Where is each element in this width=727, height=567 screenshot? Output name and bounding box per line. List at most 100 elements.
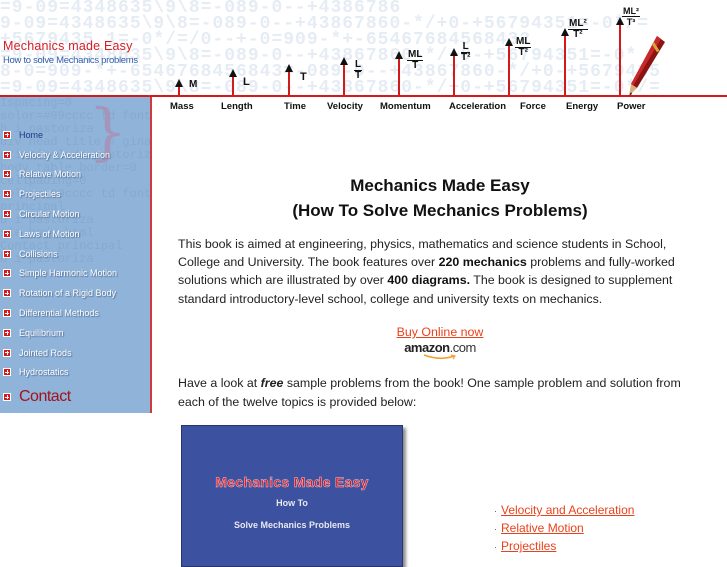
arrow-line [232,74,234,96]
sidebar-item-collisions[interactable]: Collisions [0,244,150,264]
site-logo-subtitle: How to solve Mechanics problems [3,55,138,66]
sidebar-item-laws-of-motion[interactable]: Laws of Motion [0,224,150,244]
unit-name-acceleration: Acceleration [449,101,507,112]
plus-icon [3,170,11,179]
unit-dimension-acceleration: L T² [461,41,471,63]
arrow-up-icon [340,57,348,65]
unit-name-time: Time [284,101,307,112]
book-cover-title: Mechanics Made Easy [215,474,369,491]
sidebar-item-relative-motion[interactable]: Relative Motion [0,165,150,185]
plus-icon [3,393,11,402]
page-title: Mechanics Made Easy (How To Solve Mechan… [160,173,720,223]
unit-dimension-force: ML T² [515,36,532,58]
plus-icon [3,309,11,318]
unit-name-power: Power [617,101,646,112]
intro-bold-problems: 220 mechanics [438,255,527,270]
unit-name-momentum: Momentum [380,101,431,112]
unit-dimension-energy: ML² T² [568,18,588,40]
plus-icon [3,348,11,357]
unit-dimension-velocity: LT [354,59,363,81]
bullet-icon: · [494,542,497,552]
sidebar-item-label: Contact [19,388,71,406]
unit-name-energy: Energy [566,101,599,112]
amazon-logo[interactable]: amazon.com [160,339,720,361]
intro-bold-diagrams: 400 diagrams. [387,273,471,288]
bullet-icon: · [494,506,497,516]
list-item: · Relative Motion [494,520,634,538]
unit-dimension-momentum: ML T [407,49,424,71]
plus-icon [3,130,11,139]
sidebar-item-rotation-rigid-body[interactable]: Rotation of a Rigid Body [0,283,150,303]
sidebar-item-label: Laws of Motion [19,228,80,239]
list-item: · Velocity and Acceleration [494,502,634,520]
site-logo-title[interactable]: Mechanics made Easy [3,39,133,53]
sidebar-item-velocity-acceleration[interactable]: Velocity & Acceleration [0,145,150,165]
sidebar-item-jointed-rods[interactable]: Jointed Rods [0,343,150,363]
sidebar-item-hydrostatics[interactable]: Hydrostatics [0,363,150,383]
arrow-line [564,33,566,96]
plus-icon [3,150,11,159]
book-cover[interactable]: Mechanics Made Easy How To Solve Mechani… [181,425,403,567]
plus-icon [3,328,11,337]
arrow-line [288,69,290,96]
buy-online-link[interactable]: Buy Online now [397,325,484,339]
arrow-line [453,53,455,96]
sidebar-item-label: Home [19,129,44,140]
page-title-line2: (How To Solve Mechanics Problems) [292,201,588,220]
plus-icon [3,368,11,377]
unit-dimension-length: L [243,76,250,88]
plus-icon [3,249,11,258]
sidebar-item-label: Differential Methods [19,308,99,319]
topic-link-relative-motion[interactable]: Relative Motion [501,521,584,535]
arrow-line [398,56,400,96]
sidebar-item-label: Relative Motion [19,169,82,180]
arrow-up-icon [229,69,237,77]
unit-name-length: Length [221,101,253,112]
amazon-logo-suffix: .com [449,340,477,355]
unit-name-force: Force [520,101,546,112]
free-emphasis: free [260,376,284,390]
sidebar-item-label: Velocity & Acceleration [19,149,111,160]
sidebar-item-simple-harmonic-motion[interactable]: Simple Harmonic Motion [0,264,150,284]
bullet-icon: · [494,524,497,534]
sidebar-item-label: Collisions [19,248,58,259]
plus-icon [3,269,11,278]
arrow-line [508,43,510,96]
intro-paragraph: This book is aimed at engineering, physi… [178,235,708,308]
topic-link-projectiles[interactable]: Projectiles [501,539,556,553]
arrow-up-icon [450,48,458,56]
sidebar-item-label: Simple Harmonic Motion [19,268,118,279]
unit-names-row: Mass Length Time Velocity Momentum Accel… [160,101,660,115]
amazon-logo-text: amazon [404,340,450,355]
unit-name-mass: Mass [170,101,194,112]
unit-name-velocity: Velocity [327,101,363,112]
topic-link-velocity-acceleration[interactable]: Velocity and Acceleration [501,503,634,517]
sidebar-item-label: Projectiles [19,189,61,200]
site-header: =9-09=4348635\9\8=-089-0--+4386786 9-09=… [0,0,727,96]
sidebar-item-label: Circular Motion [19,209,80,220]
list-item: · Projectiles [494,538,634,556]
arrow-up-icon [395,51,403,59]
sidebar-item-circular-motion[interactable]: Circular Motion [0,204,150,224]
sidebar-item-home[interactable]: Home [0,125,150,145]
plus-icon [3,190,11,199]
sidebar-item-projectiles[interactable]: Projectiles [0,184,150,204]
sidebar-item-label: Hydrostatics [19,367,69,378]
book-cover-subtitle-2: Solve Mechanics Problems [233,520,351,530]
plus-icon [3,289,11,298]
sidebar-item-label: Equilibrium [19,327,64,338]
arrow-up-icon [175,79,183,87]
free-samples-paragraph: Have a look at free sample problems from… [178,374,708,412]
sidebar-item-label: Rotation of a Rigid Body [19,288,117,299]
pencil-icon [629,36,665,96]
book-cover-subtitle-1: How To [276,498,308,508]
sidebar-item-differential-methods[interactable]: Differential Methods [0,303,150,323]
plus-icon [3,210,11,219]
plus-icon [3,229,11,238]
sidebar-item-contact[interactable]: Contact [0,385,150,409]
arrow-line [343,62,345,96]
sidebar-item-equilibrium[interactable]: Equilibrium [0,323,150,343]
arrow-up-icon [285,64,293,72]
arrow-line [619,22,621,96]
header-divider [154,95,727,97]
